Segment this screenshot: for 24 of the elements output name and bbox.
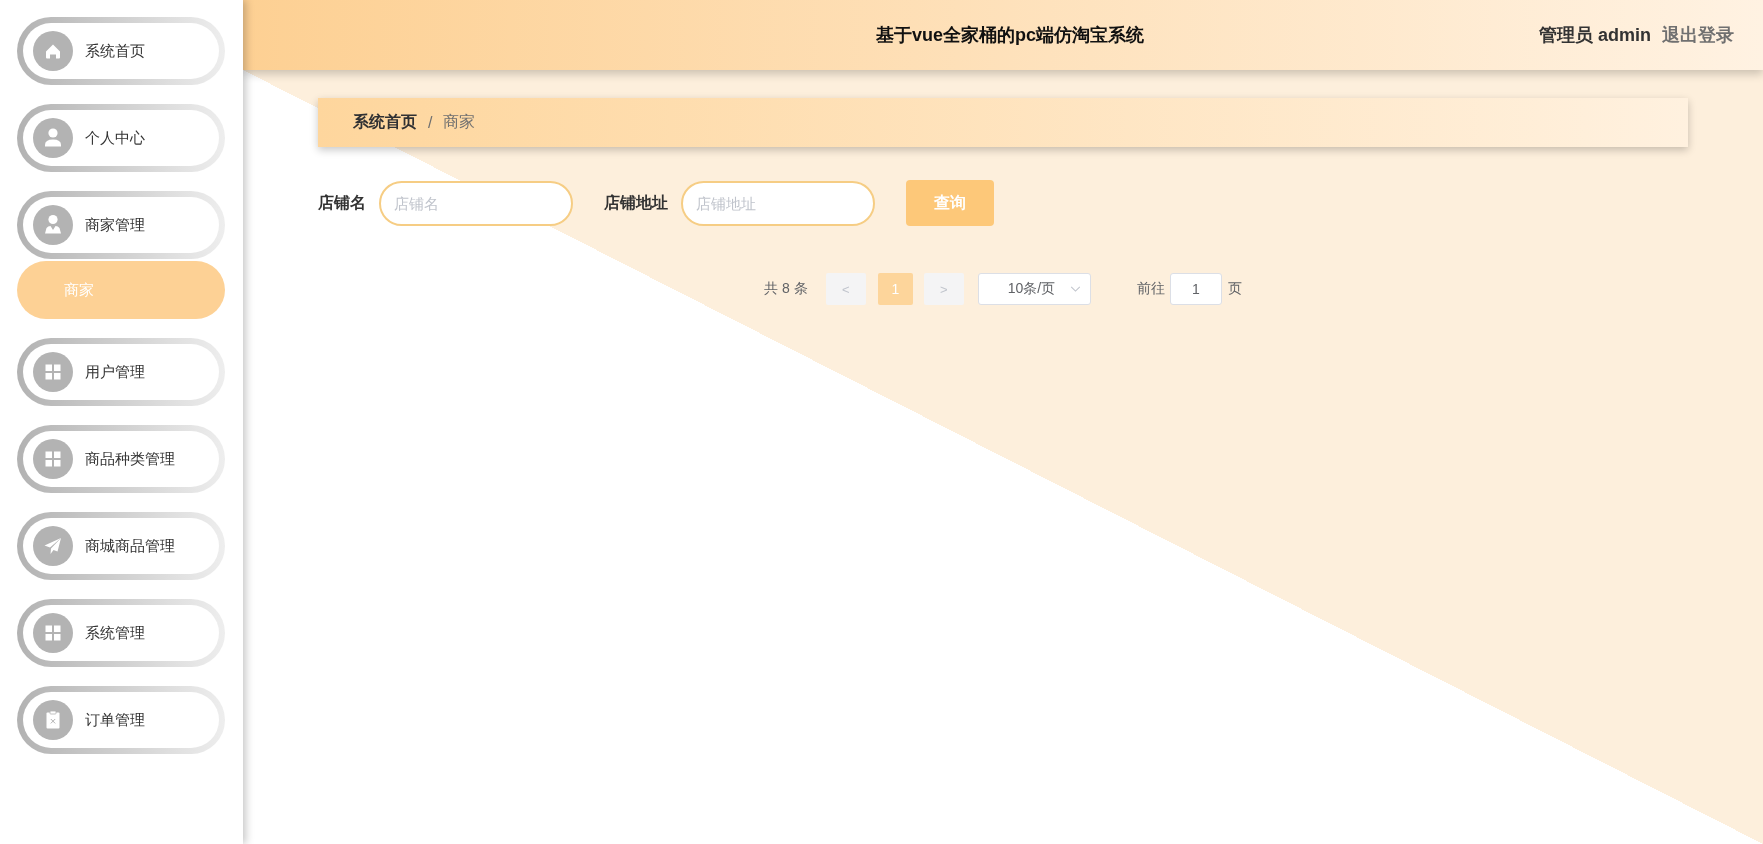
grid-icon bbox=[33, 613, 73, 653]
paper-plane-icon bbox=[33, 526, 73, 566]
page-size-select[interactable]: 10条/页 bbox=[977, 273, 1091, 305]
grid-icon bbox=[33, 352, 73, 392]
app-title: 基于vue全家桶的pc端仿淘宝系统 bbox=[876, 24, 1144, 47]
breadcrumb-link[interactable]: 系统首页 bbox=[353, 112, 417, 133]
person-icon bbox=[33, 205, 73, 245]
chevron-down-icon bbox=[1069, 286, 1081, 292]
search-field[interactable]: 店铺地址 bbox=[681, 180, 875, 226]
page-input[interactable]: 1 bbox=[1169, 273, 1222, 305]
breadcrumb-separator: / bbox=[428, 113, 433, 132]
logout-link[interactable]: 退出登录 bbox=[1662, 23, 1734, 47]
search-field[interactable]: 店铺名 bbox=[379, 180, 573, 226]
goto-label: 前往 bbox=[1136, 280, 1165, 298]
breadcrumb-current: 商家 bbox=[443, 112, 476, 132]
user-name: 管理员 admin bbox=[1539, 24, 1651, 47]
page-unit-label: 页 bbox=[1227, 280, 1242, 298]
field-label: 店铺名 bbox=[318, 192, 366, 213]
home-icon bbox=[33, 31, 73, 71]
total-count: 共 8 条 bbox=[764, 280, 808, 298]
person-icon bbox=[33, 118, 73, 158]
field-label: 店铺地址 bbox=[604, 192, 668, 213]
grid-icon bbox=[33, 439, 73, 479]
clipboard-icon bbox=[33, 700, 73, 740]
